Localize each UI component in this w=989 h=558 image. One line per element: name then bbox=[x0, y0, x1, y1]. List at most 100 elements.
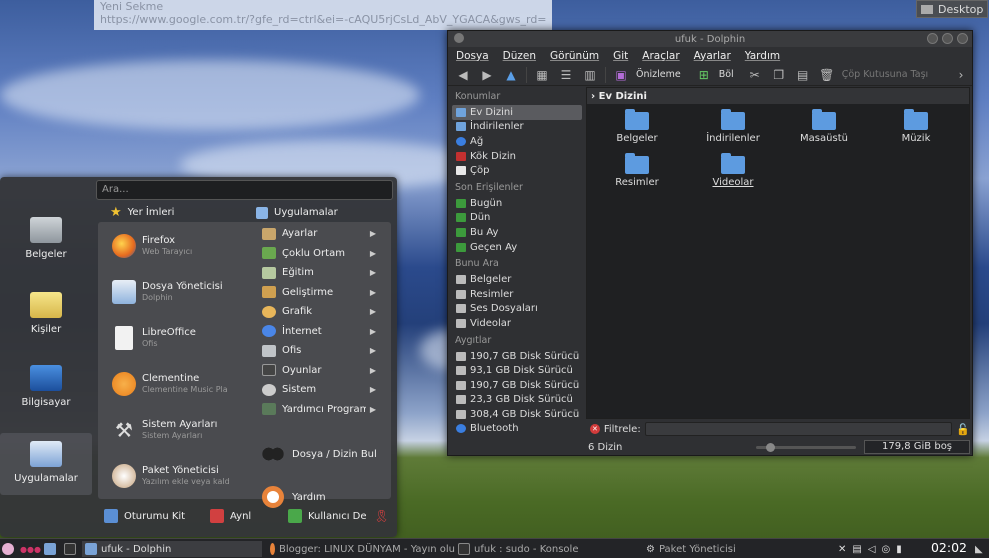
favorite-documents[interactable]: Belgeler bbox=[0, 217, 92, 260]
paste-icon[interactable]: ▤ bbox=[794, 67, 812, 83]
pager[interactable]: ●●● bbox=[20, 541, 41, 557]
back-icon[interactable]: ◀ bbox=[454, 67, 472, 83]
task-package-manager[interactable]: ⚙ Paket Yöneticisi bbox=[646, 541, 796, 557]
volume-tray-icon[interactable]: ◁ bbox=[868, 544, 876, 555]
folder-item[interactable]: Videolar bbox=[688, 153, 778, 188]
trash-icon[interactable]: 🗑 bbox=[818, 67, 836, 83]
up-icon[interactable]: ▲ bbox=[502, 67, 520, 83]
lock-icon[interactable]: 🔓 bbox=[956, 423, 970, 436]
app-system-settings[interactable]: ⚒ Sistem Ayarları Sistem Ayarları bbox=[112, 418, 252, 442]
category-utilities[interactable]: Yardımcı Programl ▶ bbox=[262, 401, 382, 418]
search-videos[interactable]: Videolar bbox=[452, 316, 582, 331]
menu-yardim[interactable]: Yardım bbox=[745, 50, 780, 62]
task-konsole[interactable]: ufuk : sudo - Konsole bbox=[458, 541, 638, 557]
preview-button-label[interactable]: Önizleme bbox=[636, 69, 681, 80]
recent-today[interactable]: Bugün bbox=[452, 196, 582, 211]
folder-item[interactable]: İndirilenler bbox=[688, 109, 778, 144]
category-development[interactable]: Geliştirme ▶ bbox=[262, 284, 382, 301]
task-dolphin[interactable]: ufuk - Dolphin bbox=[82, 541, 262, 557]
search-audio[interactable]: Ses Dosyaları bbox=[452, 302, 582, 317]
minimize-button[interactable] bbox=[927, 33, 938, 44]
filter-input[interactable] bbox=[644, 422, 953, 436]
split-icon[interactable]: ⊞ bbox=[695, 67, 713, 83]
zoom-slider-handle[interactable] bbox=[766, 443, 775, 452]
bookmarks-header[interactable]: ★ Yer İmleri bbox=[110, 204, 174, 221]
folder-item[interactable]: Müzik bbox=[871, 109, 961, 144]
folder-item[interactable]: Belgeler bbox=[592, 109, 682, 144]
menu-duzen[interactable]: Düzen bbox=[503, 50, 536, 62]
find-files-button[interactable]: Dosya / Dizin Bul bbox=[262, 445, 384, 463]
device-drive[interactable]: 308,4 GB Disk Sürücü bbox=[452, 407, 582, 422]
place-trash[interactable]: Çöp bbox=[452, 163, 582, 178]
category-multimedia[interactable]: Çoklu Ortam ▶ bbox=[262, 245, 382, 262]
device-drive[interactable]: 190,7 GB Disk Sürücü bbox=[452, 378, 582, 393]
columns-view-icon[interactable]: ▥ bbox=[581, 67, 599, 83]
applications-header[interactable]: Uygulamalar bbox=[256, 204, 338, 221]
maximize-button[interactable] bbox=[942, 33, 953, 44]
launcher-button[interactable] bbox=[2, 541, 14, 557]
place-downloads[interactable]: İndirilenler bbox=[452, 120, 582, 135]
favorite-applications[interactable]: Uygulamalar bbox=[0, 433, 92, 495]
menu-araclar[interactable]: Araçlar bbox=[642, 50, 679, 62]
cut-icon[interactable]: ✂ bbox=[746, 67, 764, 83]
close-button[interactable] bbox=[957, 33, 968, 44]
show-desktop-button[interactable]: Desktop bbox=[916, 0, 988, 18]
app-package-manager[interactable]: Paket Yöneticisi Yazılım ekle veya kald bbox=[112, 464, 252, 488]
app-file-manager[interactable]: Dosya Yöneticisi Dolphin bbox=[112, 280, 252, 304]
task-browser[interactable]: Blogger: LINUX DÜNYAM - Yayın olu bbox=[270, 541, 455, 557]
favorite-computer[interactable]: Bilgisayar bbox=[0, 365, 92, 408]
copy-icon[interactable]: ❐ bbox=[770, 67, 788, 83]
app-clementine[interactable]: Clementine Clementine Music Pla bbox=[112, 372, 252, 396]
device-bluetooth[interactable]: Bluetooth bbox=[452, 422, 582, 437]
launcher-search-input[interactable]: Ara... bbox=[96, 180, 393, 200]
folder-item[interactable]: Resimler bbox=[592, 153, 682, 188]
place-root[interactable]: Kök Dizin bbox=[452, 149, 582, 164]
forward-icon[interactable]: ▶ bbox=[478, 67, 496, 83]
launcher-extra-button[interactable]: 🎗 bbox=[374, 509, 389, 523]
show-desktop-taskbar-button[interactable] bbox=[44, 541, 56, 557]
clock[interactable]: 02:02 bbox=[931, 540, 967, 555]
device-drive[interactable]: 190,7 GB Disk Sürücü bbox=[452, 349, 582, 364]
menu-git[interactable]: Git bbox=[613, 50, 628, 62]
breadcrumb[interactable]: › Ev Dizini bbox=[587, 88, 969, 104]
toolbar-overflow-icon[interactable]: › bbox=[952, 67, 970, 83]
app-libreoffice[interactable]: LibreOffice Ofis bbox=[112, 326, 252, 350]
category-system[interactable]: Sistem ▶ bbox=[262, 381, 382, 398]
menu-dosya[interactable]: Dosya bbox=[456, 50, 489, 62]
menu-gorunum[interactable]: Görünüm bbox=[550, 50, 599, 62]
clipboard-tray-icon[interactable]: ▤ bbox=[852, 544, 861, 555]
place-network[interactable]: Ağ bbox=[452, 134, 582, 149]
window-titlebar[interactable]: ufuk - Dolphin bbox=[448, 31, 972, 47]
close-filter-icon[interactable]: ✕ bbox=[590, 424, 600, 434]
window-menu-icon[interactable] bbox=[454, 33, 464, 43]
category-education[interactable]: Eğitim ▶ bbox=[262, 264, 382, 281]
recent-yesterday[interactable]: Dün bbox=[452, 211, 582, 226]
terminal-launcher[interactable] bbox=[64, 541, 76, 557]
zoom-slider[interactable] bbox=[756, 443, 856, 452]
details-view-icon[interactable]: ☰ bbox=[557, 67, 575, 83]
menu-ayarlar[interactable]: Ayarlar bbox=[694, 50, 731, 62]
folder-item[interactable]: Masaüstü bbox=[779, 109, 869, 144]
logout-button[interactable]: Oturumu Kit bbox=[104, 509, 185, 523]
device-drive[interactable]: 23,3 GB Disk Sürücü bbox=[452, 393, 582, 408]
category-internet[interactable]: İnternet ▶ bbox=[262, 323, 382, 340]
switch-user-button[interactable]: Kullanıcı De bbox=[288, 509, 367, 523]
wifi-tray-icon[interactable]: ◎ bbox=[882, 544, 891, 555]
battery-tray-icon[interactable]: ▮ bbox=[896, 544, 902, 555]
panel-settings[interactable]: ◣ bbox=[975, 541, 983, 557]
category-games[interactable]: Oyunlar ▶ bbox=[262, 362, 382, 379]
trash-button-label[interactable]: Çöp Kutusuna Taşı bbox=[842, 69, 929, 80]
search-documents[interactable]: Belgeler bbox=[452, 272, 582, 287]
network-tray-icon[interactable]: ✕ bbox=[838, 544, 846, 555]
preview-icon[interactable]: ▣ bbox=[612, 67, 630, 83]
device-drive[interactable]: 93,1 GB Disk Sürücü bbox=[452, 363, 582, 378]
icons-view-icon[interactable]: ▦ bbox=[533, 67, 551, 83]
shutdown-button[interactable]: Aynl bbox=[210, 509, 251, 523]
search-images[interactable]: Resimler bbox=[452, 287, 582, 302]
recent-last-month[interactable]: Geçen Ay bbox=[452, 240, 582, 255]
app-firefox[interactable]: Firefox Web Tarayıcı bbox=[112, 234, 252, 258]
category-graphics[interactable]: Grafik ▶ bbox=[262, 303, 382, 320]
category-settings[interactable]: Ayarlar ▶ bbox=[262, 225, 382, 242]
recent-this-month[interactable]: Bu Ay bbox=[452, 225, 582, 240]
favorite-contacts[interactable]: Kişiler bbox=[0, 292, 92, 335]
